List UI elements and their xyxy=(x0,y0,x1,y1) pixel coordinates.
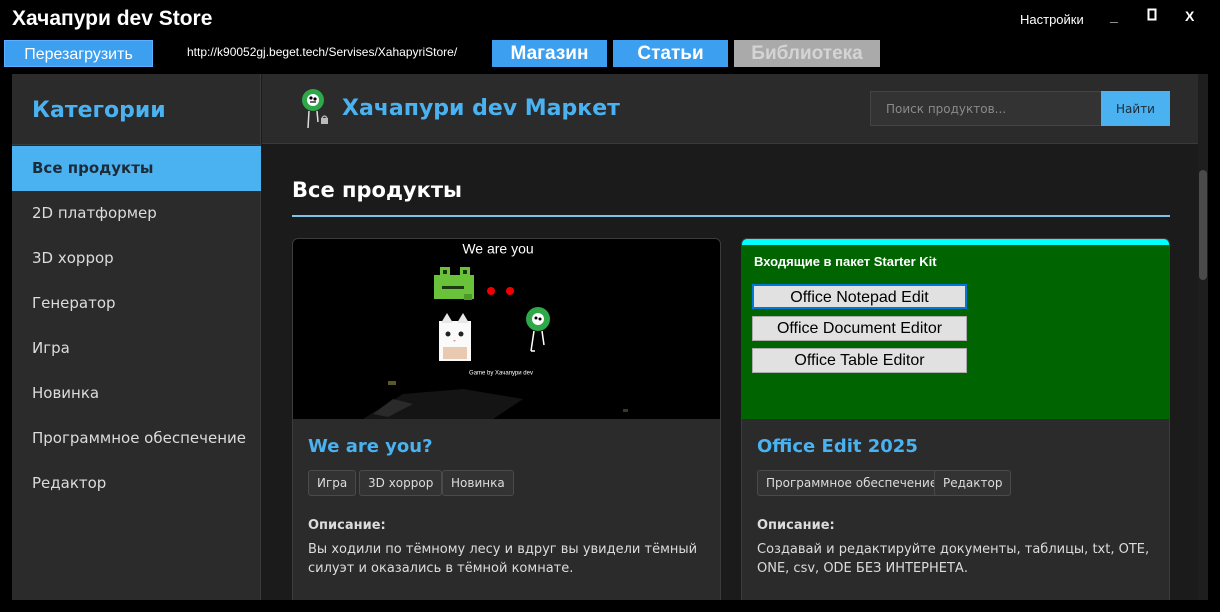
image-caption-bottom: Game by Хачапури dev xyxy=(469,371,533,377)
office-table-button: Office Table Editor xyxy=(752,348,967,373)
product-description: Создавай и редактируйте документы, табли… xyxy=(757,542,1150,576)
tab-shop[interactable]: Магазин xyxy=(492,40,607,67)
description-label: Описание: xyxy=(757,518,835,533)
minimize-button[interactable]: _ xyxy=(1110,8,1118,24)
sidebar-item-generator[interactable]: Генератор xyxy=(12,281,261,326)
store-webview: Категории Все продукты 2D платформер 3D … xyxy=(12,74,1208,600)
tab-articles[interactable]: Статьи xyxy=(613,40,728,67)
sidebar-item-game[interactable]: Игра xyxy=(12,326,261,371)
address-url[interactable]: http://k90052gj.beget.tech/Servises/Xaha… xyxy=(187,45,457,59)
image-top-strip xyxy=(742,239,1169,245)
sidebar-divider xyxy=(12,144,261,145)
tag-3d-horror[interactable]: 3D хоррор xyxy=(359,470,443,496)
sidebar-item-new[interactable]: Новинка xyxy=(12,371,261,416)
scrollbar-thumb[interactable] xyxy=(1199,170,1207,280)
sidebar-item-software[interactable]: Программное обеспечение xyxy=(12,416,261,461)
settings-button[interactable]: Настройки xyxy=(1020,12,1084,27)
tag-software[interactable]: Программное обеспечение xyxy=(757,470,947,496)
sidebar-item-2d-platformer[interactable]: 2D платформер xyxy=(12,191,261,236)
description-label: Описание: xyxy=(308,518,386,533)
product-description: Вы ходили по тёмному лесу и вдруг вы уви… xyxy=(308,542,698,576)
khachapuri-logo-icon xyxy=(302,89,328,129)
tab-library[interactable]: Библиотека xyxy=(734,40,880,67)
sidebar-item-all-products[interactable]: Все продукты xyxy=(12,146,261,191)
tag-new[interactable]: Новинка xyxy=(442,470,514,496)
sidebar-title: Категории xyxy=(32,98,166,123)
categories-sidebar: Категории Все продукты 2D платформер 3D … xyxy=(12,74,261,600)
product-card[interactable]: Входящие в пакет Starter Kit Office Note… xyxy=(741,238,1170,600)
tag-editor[interactable]: Редактор xyxy=(934,470,1012,496)
product-title[interactable]: We are you? xyxy=(308,436,433,457)
product-card[interactable]: We are you Game by Хачапури dev We are y… xyxy=(292,238,721,600)
close-button[interactable]: X xyxy=(1185,8,1194,24)
market-header: Хачапури dev Маркет Найти xyxy=(262,74,1198,144)
search-button[interactable]: Найти xyxy=(1101,91,1170,126)
app-title: Хачапури dev Store xyxy=(12,7,213,30)
office-kit-heading: Входящие в пакет Starter Kit xyxy=(754,254,937,269)
maximize-button[interactable] xyxy=(1147,8,1157,24)
section-underline xyxy=(292,215,1170,217)
tag-game[interactable]: Игра xyxy=(308,470,357,496)
reload-button[interactable]: Перезагрузить xyxy=(4,40,153,67)
product-title[interactable]: Office Edit 2025 xyxy=(757,436,918,457)
office-notepad-button: Office Notepad Edit xyxy=(752,284,967,309)
vertical-scrollbar[interactable] xyxy=(1198,74,1208,600)
window-titlebar: Хачапури dev Store Настройки _ X xyxy=(0,0,1220,40)
sidebar-item-editor[interactable]: Редактор xyxy=(12,461,261,506)
image-caption-top: We are you xyxy=(462,240,533,256)
sidebar-item-3d-horror[interactable]: 3D хоррор xyxy=(12,236,261,281)
product-image-office-edit: Входящие в пакет Starter Kit Office Note… xyxy=(742,239,1169,419)
toolbar: Перезагрузить http://k90052gj.beget.tech… xyxy=(0,40,1220,70)
maximize-icon xyxy=(1147,8,1157,21)
brand-title: Хачапури dev Маркет xyxy=(342,96,620,121)
product-image-we-are-you: We are you Game by Хачапури dev xyxy=(293,239,720,419)
section-title: Все продукты xyxy=(292,178,463,202)
office-document-button: Office Document Editor xyxy=(752,316,967,341)
search-input[interactable] xyxy=(870,91,1102,126)
